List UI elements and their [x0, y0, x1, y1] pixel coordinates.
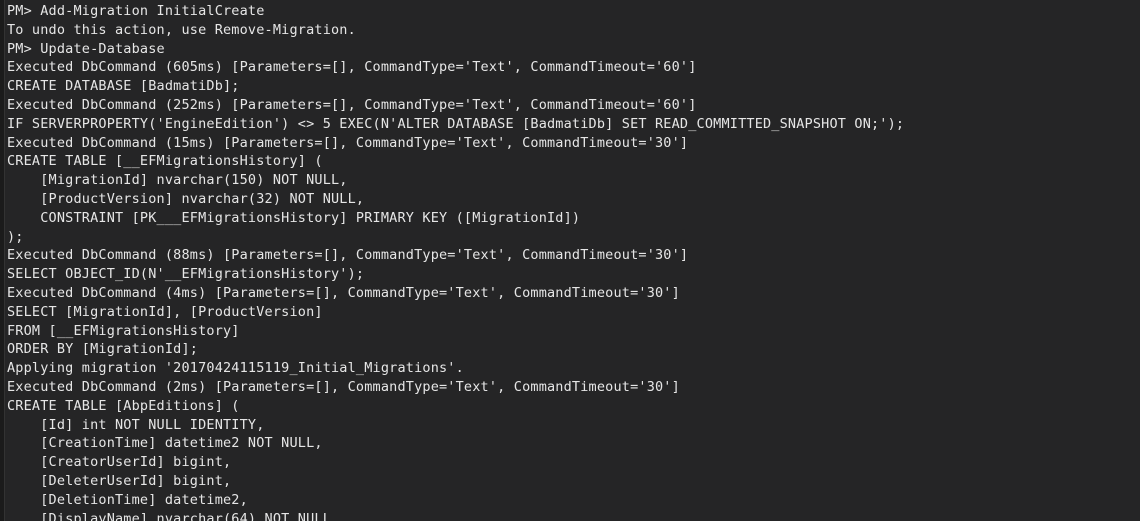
console-line: Applying migration '20170424115119_Initi…	[7, 360, 464, 377]
console-line: [DeletionTime] datetime2,	[7, 491, 248, 508]
console-line: CREATE DATABASE [BadmatiDb];	[7, 78, 240, 95]
console-line: SELECT OBJECT_ID(N'__EFMigrationsHistory…	[7, 266, 365, 283]
console-line: Executed DbCommand (15ms) [Parameters=[]…	[7, 134, 689, 151]
console-line: [CreatorUserId] bigint,	[7, 454, 232, 471]
console-line: PM> Update-Database	[7, 40, 165, 57]
console-line: );	[7, 228, 24, 245]
console-line: FROM [__EFMigrationsHistory]	[7, 322, 240, 339]
console-line: [MigrationId] nvarchar(150) NOT NULL,	[7, 172, 348, 189]
console-line: [CreationTime] datetime2 NOT NULL,	[7, 435, 323, 452]
console-line: ORDER BY [MigrationId];	[7, 341, 199, 358]
console-line: [DeleterUserId] bigint,	[7, 472, 232, 489]
console-line: CREATE TABLE [__EFMigrationsHistory] (	[7, 153, 323, 170]
console-line: [ProductVersion] nvarchar(32) NOT NULL,	[7, 190, 365, 207]
console-line: [Id] int NOT NULL IDENTITY,	[7, 416, 265, 433]
console-line: CREATE TABLE [AbpEditions] (	[7, 397, 240, 414]
console-line: CONSTRAINT [PK___EFMigrationsHistory] PR…	[7, 209, 581, 226]
console-line: Executed DbCommand (88ms) [Parameters=[]…	[7, 247, 689, 264]
console-line: PM> Add-Migration InitialCreate	[7, 3, 265, 19]
console-output-log[interactable]: PM> Add-Migration InitialCreate To undo t…	[7, 0, 1140, 521]
console-line: Executed DbCommand (2ms) [Parameters=[],…	[7, 378, 680, 395]
package-manager-console-window[interactable]: PM> Add-Migration InitialCreate To undo t…	[0, 0, 1140, 521]
console-line: SELECT [MigrationId], [ProductVersion]	[7, 303, 323, 320]
console-left-gutter	[0, 0, 5, 521]
console-line: To undo this action, use Remove-Migratio…	[7, 21, 356, 38]
console-line: IF SERVERPROPERTY('EngineEdition') <> 5 …	[7, 115, 905, 132]
console-line: Executed DbCommand (252ms) [Parameters=[…	[7, 96, 697, 113]
console-line: [DisplayName] nvarchar(64) NOT NULL	[7, 510, 331, 521]
console-line: Executed DbCommand (605ms) [Parameters=[…	[7, 59, 697, 76]
console-line: Executed DbCommand (4ms) [Parameters=[],…	[7, 284, 680, 301]
